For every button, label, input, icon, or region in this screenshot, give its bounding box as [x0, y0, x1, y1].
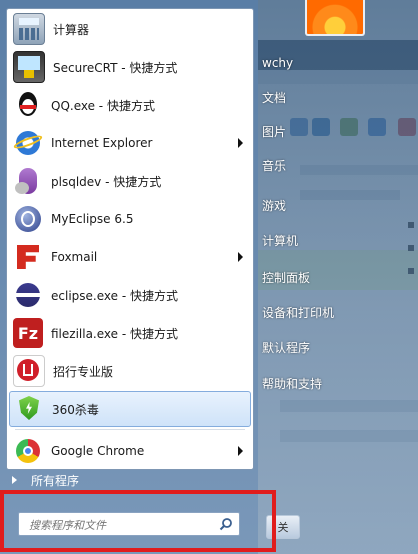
games-label: 游戏: [262, 198, 287, 213]
program-item-cmb[interactable]: 招行专业版: [9, 353, 251, 389]
computer-link[interactable]: 计算机: [262, 227, 298, 253]
program-label: Foxmail: [51, 250, 98, 264]
program-item-securecrt[interactable]: SecureCRT - 快捷方式: [9, 49, 251, 85]
filezilla-icon: Fz: [13, 318, 43, 348]
documents-link[interactable]: 文档: [262, 84, 286, 110]
foxmail-icon: [13, 242, 43, 272]
program-item-filezilla[interactable]: Fz filezilla.exe - 快捷方式: [9, 315, 251, 351]
submenu-arrow-icon[interactable]: [238, 252, 243, 262]
program-label: 招行专业版: [53, 364, 114, 379]
control-panel-link[interactable]: 控制面板: [262, 264, 310, 290]
help-support-label: 帮助和支持: [262, 376, 323, 391]
program-label: QQ.exe - 快捷方式: [51, 98, 155, 113]
shutdown-label: 关: [277, 521, 289, 534]
program-item-qq[interactable]: QQ.exe - 快捷方式: [9, 87, 251, 123]
submenu-arrow-icon[interactable]: [238, 138, 243, 148]
all-programs-label: 所有程序: [31, 473, 80, 488]
qq-penguin-icon: [13, 90, 43, 120]
myeclipse-icon: [13, 204, 43, 234]
program-item-360-antivirus[interactable]: 360杀毒: [9, 391, 251, 427]
program-label: Internet Explorer: [51, 136, 153, 150]
devices-printers-link[interactable]: 设备和打印机: [262, 299, 334, 325]
program-item-plsqldev[interactable]: plsqldev - 快捷方式: [9, 163, 251, 199]
internet-explorer-icon: [12, 128, 44, 158]
program-label: eclipse.exe - 快捷方式: [51, 288, 178, 303]
user-name-link[interactable]: wchy: [262, 50, 293, 76]
eclipse-icon: [13, 280, 43, 310]
games-link[interactable]: 游戏: [262, 192, 286, 218]
program-item-calculator[interactable]: 计算器: [9, 11, 251, 47]
program-list-separator: [15, 429, 245, 430]
calculator-icon: [13, 13, 45, 45]
pictures-label: 图片: [262, 124, 287, 139]
program-item-internet-explorer[interactable]: Internet Explorer: [9, 125, 251, 161]
user-name-label: wchy: [262, 56, 294, 70]
control-panel-label: 控制面板: [262, 270, 311, 285]
360-antivirus-icon: [14, 394, 44, 424]
highlight-box: [0, 490, 276, 552]
securecrt-icon: [13, 51, 45, 83]
default-programs-label: 默认程序: [262, 340, 311, 355]
submenu-arrow-icon[interactable]: [238, 446, 243, 456]
music-link[interactable]: 音乐: [262, 152, 286, 178]
program-item-myeclipse[interactable]: MyEclipse 6.5: [9, 201, 251, 237]
documents-label: 文档: [262, 90, 287, 105]
computer-label: 计算机: [262, 233, 299, 248]
program-list: 计算器 SecureCRT - 快捷方式 QQ.exe - 快捷方式 Inter…: [6, 8, 254, 470]
program-item-eclipse[interactable]: eclipse.exe - 快捷方式: [9, 277, 251, 313]
music-label: 音乐: [262, 158, 287, 173]
start-menu: 计算器 SecureCRT - 快捷方式 QQ.exe - 快捷方式 Inter…: [0, 0, 258, 554]
default-programs-link[interactable]: 默认程序: [262, 334, 310, 360]
program-label: SecureCRT - 快捷方式: [53, 60, 178, 75]
program-item-chrome[interactable]: Google Chrome: [9, 433, 251, 469]
plsql-developer-icon: [13, 166, 43, 196]
program-label: Google Chrome: [51, 444, 145, 458]
program-label: 360杀毒: [52, 402, 99, 417]
cmb-bank-icon: [13, 355, 45, 387]
all-programs-button[interactable]: 所有程序: [2, 470, 244, 490]
devices-printers-label: 设备和打印机: [262, 305, 335, 320]
program-label: filezilla.exe - 快捷方式: [51, 326, 178, 341]
program-label: 计算器: [53, 22, 90, 37]
program-label: plsqldev - 快捷方式: [51, 174, 162, 189]
help-support-link[interactable]: 帮助和支持: [262, 370, 322, 396]
pictures-link[interactable]: 图片: [262, 118, 286, 144]
user-avatar-flower-icon[interactable]: [305, 0, 365, 36]
chrome-icon: [13, 436, 43, 466]
program-item-foxmail[interactable]: Foxmail: [9, 239, 251, 275]
program-label: MyEclipse 6.5: [51, 212, 134, 226]
play-arrow-icon: [12, 476, 17, 484]
